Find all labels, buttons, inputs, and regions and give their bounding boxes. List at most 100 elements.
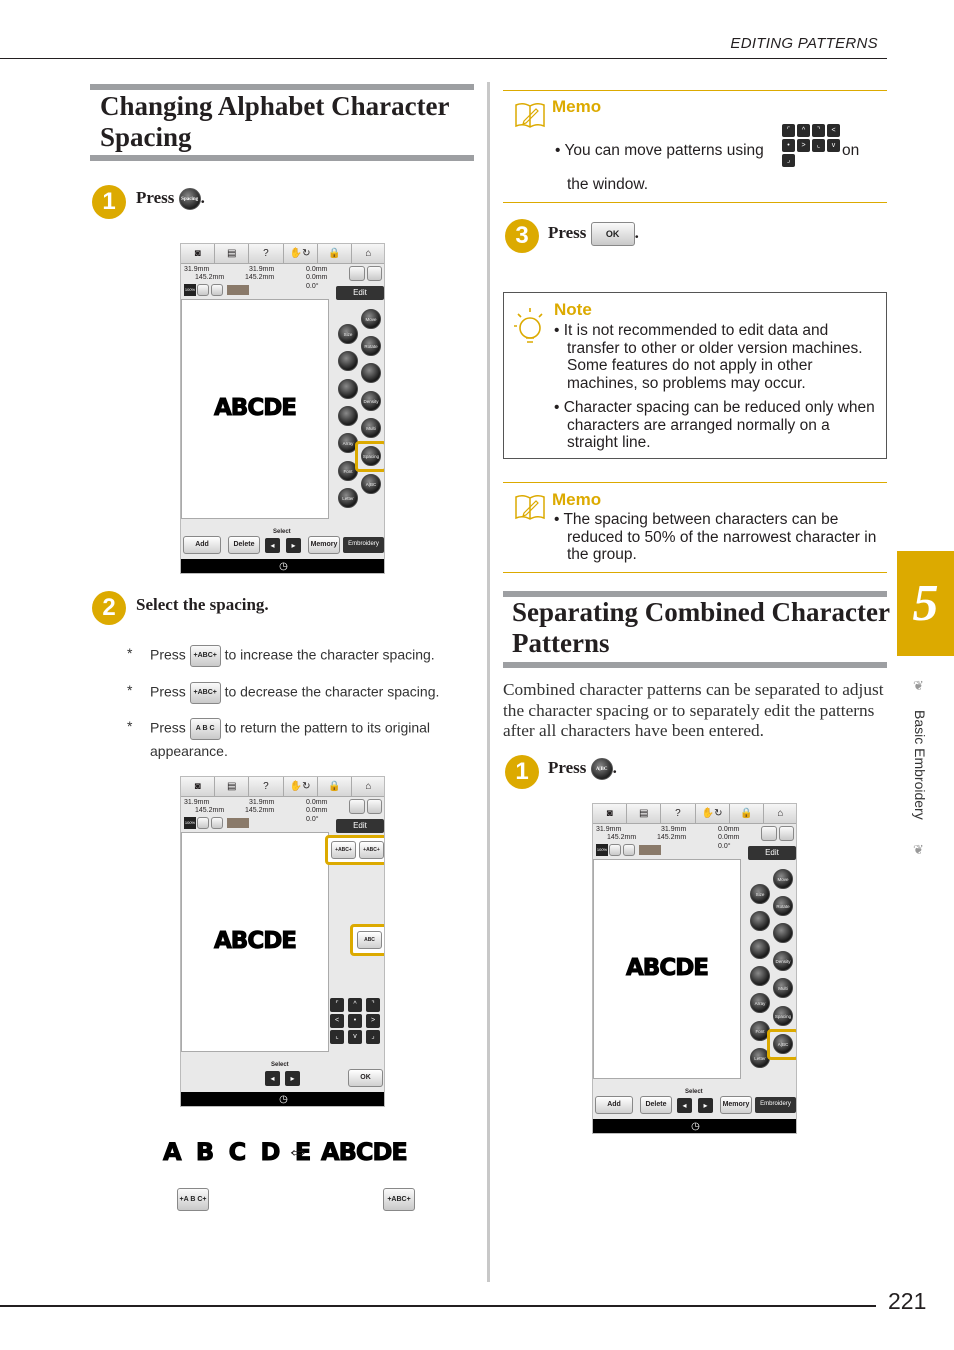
camera-icon[interactable]: ◙ (181, 777, 216, 796)
edit-button-icon[interactable] (338, 379, 358, 399)
zoom-out-button[interactable] (197, 284, 209, 296)
zoom-out-button[interactable] (609, 844, 621, 856)
edit-button-density[interactable]: Density (361, 391, 381, 411)
edit-button-density[interactable]: Density (773, 951, 793, 971)
arrow-key-button[interactable]: ⌟ (366, 1030, 380, 1044)
edit-button-rotate[interactable]: Rotate (773, 896, 793, 916)
help-icon[interactable]: ? (249, 244, 284, 263)
clock-icon[interactable]: ◷ (181, 1092, 384, 1106)
move-arrow-keys[interactable]: ⌜ ^ ⌝ < • > ⌞ v ⌟ (328, 997, 384, 1045)
scan-button[interactable] (349, 266, 365, 281)
edit-button-multi-color[interactable]: Multi Color (773, 978, 793, 998)
scan-button[interactable] (349, 799, 365, 814)
clock-icon[interactable]: ◷ (593, 1119, 796, 1133)
edit-button-size[interactable]: Size (338, 324, 358, 344)
arrow-key-button[interactable]: ^ (348, 998, 362, 1012)
arrow-key-button[interactable]: ⌞ (330, 1030, 344, 1044)
edit-button-move[interactable]: Move (361, 309, 381, 329)
edit-button-rotate[interactable]: Rotate (361, 336, 381, 356)
edit-button-size[interactable]: Size (750, 884, 770, 904)
edit-button-icon[interactable] (750, 939, 770, 959)
edit-button-icon[interactable] (773, 923, 793, 943)
edit-button-multi-color[interactable]: Multi Color (361, 418, 381, 438)
home-icon[interactable]: ⌂ (352, 244, 384, 263)
page-icon[interactable]: ▤ (215, 777, 250, 796)
zoom-out-button[interactable] (197, 817, 209, 829)
increase-spacing-button[interactable]: +ABC+ (331, 841, 356, 859)
page-icon[interactable]: ▤ (627, 804, 662, 823)
embroidery-button[interactable]: Embroidery (755, 1097, 796, 1113)
body-paragraph: Combined character patterns can be separ… (503, 680, 884, 740)
add-button[interactable]: Add (595, 1096, 633, 1114)
memory-button[interactable]: Memory (720, 1096, 752, 1114)
spacing-button-icon: Spacing (178, 188, 201, 211)
help-icon[interactable]: ? (661, 804, 696, 823)
edit-button-icon[interactable] (750, 911, 770, 931)
scan-button[interactable] (761, 826, 777, 841)
pattern-preview: ABCDE (625, 955, 709, 982)
arrow-key-button[interactable]: ⌝ (366, 998, 380, 1012)
zoom-level[interactable]: 100% (184, 817, 196, 829)
add-button[interactable]: Add (183, 536, 221, 554)
preview-button[interactable] (779, 826, 794, 841)
thread-icon[interactable]: ✋↻ (696, 804, 730, 823)
home-icon[interactable]: ⌂ (352, 777, 384, 796)
reset-spacing-button[interactable]: ABC (357, 931, 382, 949)
title-line: Spacing (100, 122, 192, 152)
select-next-button[interactable]: ▸ (285, 1071, 300, 1086)
arrow-key-button[interactable]: < (330, 1014, 344, 1028)
help-icon[interactable]: ? (249, 777, 284, 796)
chapter-tab: 5 (897, 551, 954, 656)
edit-button-icon[interactable] (750, 966, 770, 986)
lock-icon[interactable]: 🔒 (730, 804, 764, 823)
preview-button[interactable] (367, 266, 382, 281)
edit-button-spacing[interactable]: Spacing (361, 446, 381, 466)
zoom-in-button[interactable] (211, 817, 223, 829)
select-prev-button[interactable]: ◂ (265, 538, 280, 553)
zoom-in-button[interactable] (623, 844, 635, 856)
delete-button[interactable]: Delete (228, 536, 260, 554)
decrease-spacing-button[interactable]: +ABC+ (359, 841, 384, 859)
decrease-spacing-button-icon: +ABC+ (189, 682, 221, 704)
lock-icon[interactable]: 🔒 (318, 244, 352, 263)
arrow-key-button[interactable]: • (348, 1014, 362, 1028)
tab-edit[interactable]: Edit (336, 819, 384, 833)
edit-button-a-bc[interactable]: A|BC (773, 1034, 793, 1054)
tab-edit[interactable]: Edit (748, 846, 796, 860)
preview-button[interactable] (367, 799, 382, 814)
lock-icon[interactable]: 🔒 (318, 777, 352, 796)
edit-button-icon[interactable] (338, 406, 358, 426)
clock-icon[interactable]: ◷ (181, 559, 384, 573)
thread-icon[interactable]: ✋↻ (284, 244, 318, 263)
edit-button-icon[interactable] (338, 351, 358, 371)
home-icon[interactable]: ⌂ (764, 804, 796, 823)
camera-icon[interactable]: ◙ (593, 804, 628, 823)
memory-button[interactable]: Memory (308, 536, 340, 554)
select-prev-button[interactable]: ◂ (265, 1071, 280, 1086)
zoom-level[interactable]: 100% (184, 284, 196, 296)
edit-button-a-bc[interactable]: A|BC (361, 474, 381, 494)
edit-button-icon[interactable] (361, 363, 381, 383)
select-next-button[interactable]: ▸ (286, 538, 301, 553)
edit-button-spacing[interactable]: Spacing (773, 1006, 793, 1026)
embroidery-button[interactable]: Embroidery (343, 537, 384, 553)
edit-button-array[interactable]: Array (750, 993, 770, 1013)
select-next-button[interactable]: ▸ (698, 1098, 713, 1113)
arrow-key-button[interactable]: > (366, 1014, 380, 1028)
camera-icon[interactable]: ◙ (181, 244, 216, 263)
tab-edit[interactable]: Edit (336, 286, 384, 300)
zoom-in-button[interactable] (211, 284, 223, 296)
select-prev-button[interactable]: ◂ (677, 1098, 692, 1113)
thread-icon[interactable]: ✋↻ (284, 777, 318, 796)
arrow-key-button[interactable]: ⌜ (330, 998, 344, 1012)
edit-button-letter-size[interactable]: Letter Size (338, 488, 358, 508)
ok-button[interactable]: OK (348, 1069, 383, 1087)
offset-horizontal: 0.0mm (718, 834, 740, 841)
thread-color-icon (639, 845, 661, 855)
memo-text-part: You can move patterns using (564, 142, 764, 159)
arrow-key-button[interactable]: v (348, 1030, 362, 1044)
page-icon[interactable]: ▤ (215, 244, 250, 263)
delete-button[interactable]: Delete (640, 1096, 672, 1114)
edit-button-move[interactable]: Move (773, 869, 793, 889)
zoom-level[interactable]: 100% (596, 844, 608, 856)
